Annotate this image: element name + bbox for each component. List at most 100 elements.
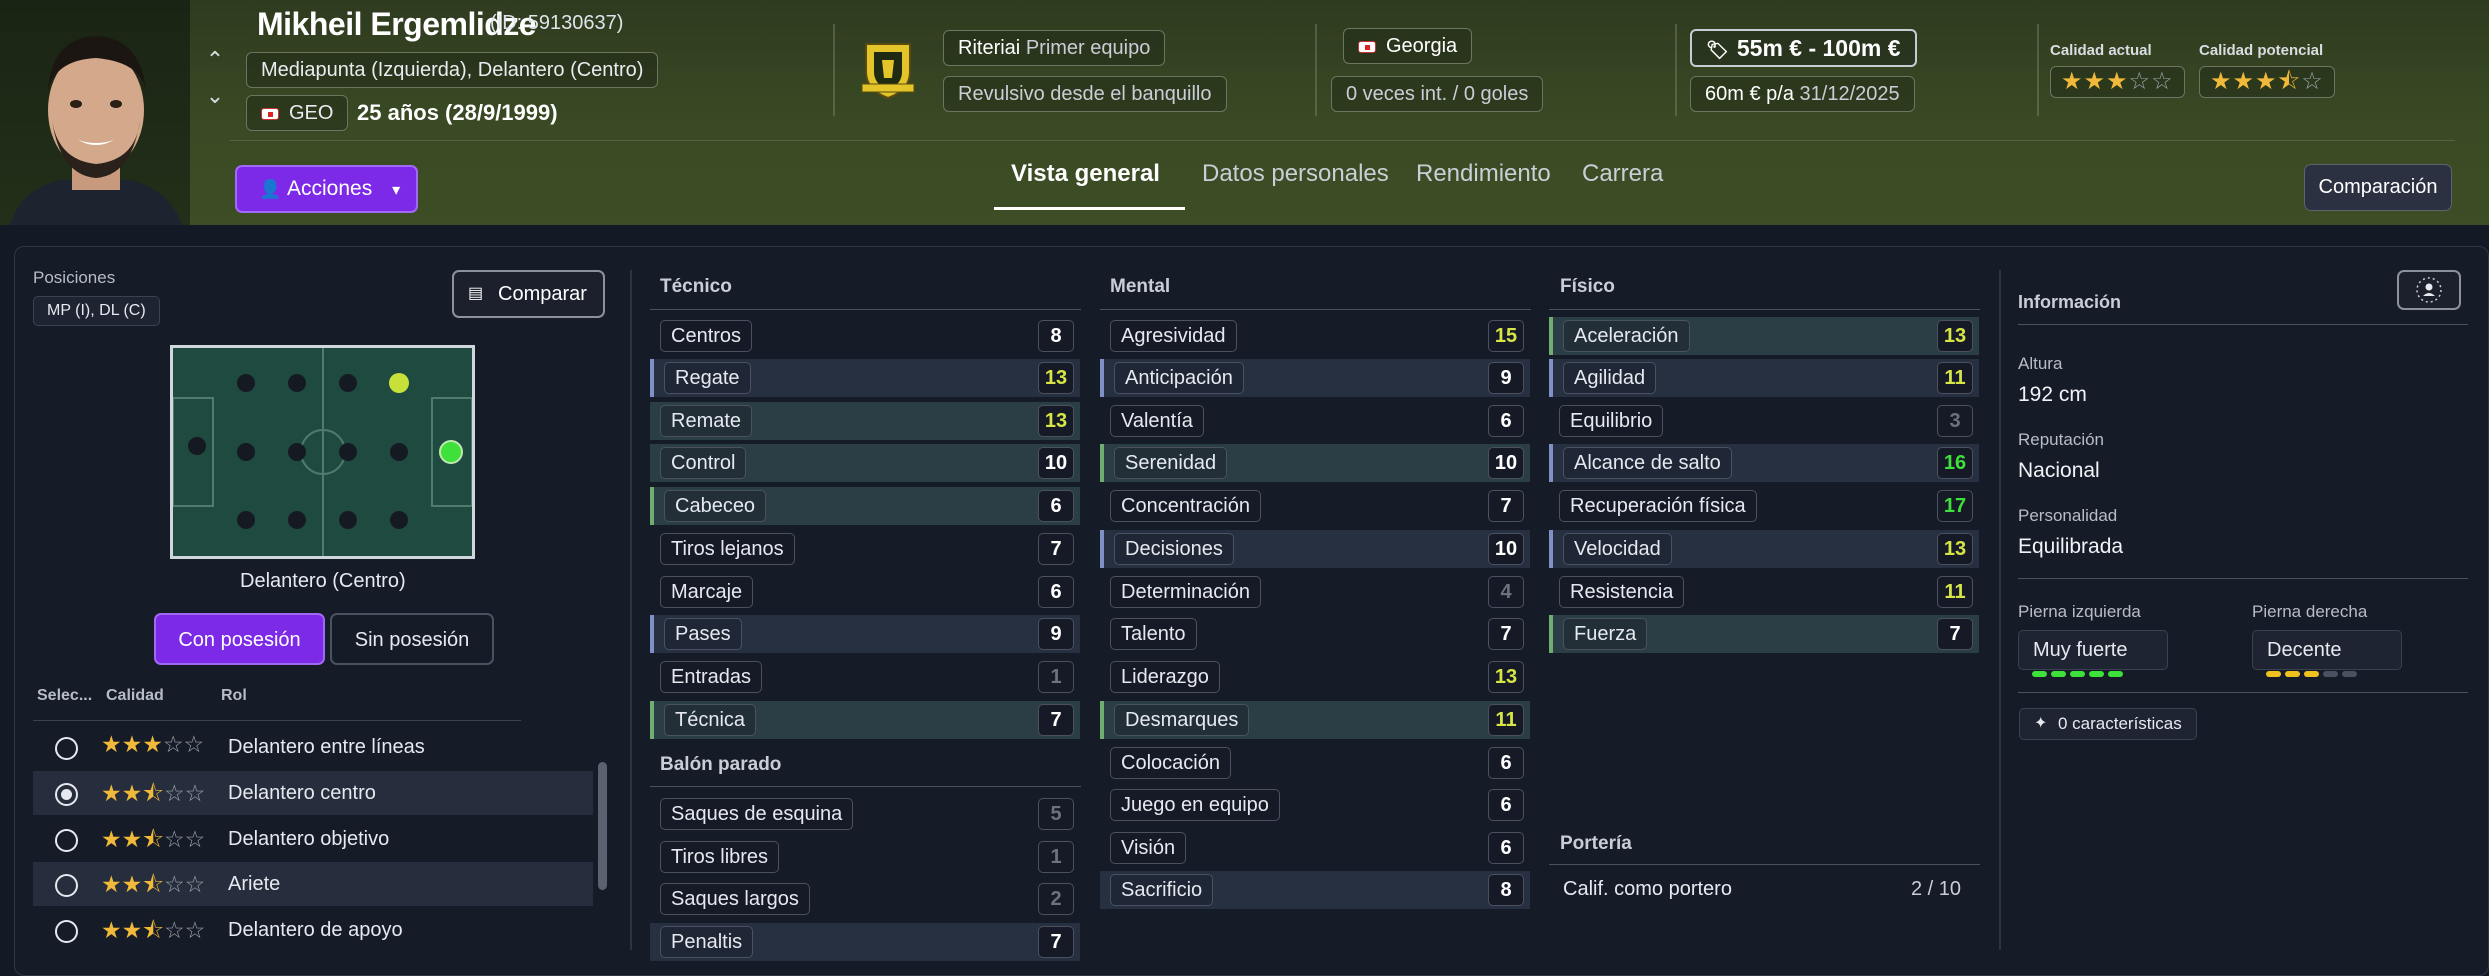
compare-button[interactable]: ▤ Comparar (452, 270, 605, 318)
role-radio[interactable] (55, 874, 78, 897)
contract-chip[interactable]: 60m € p/a 31/12/2025 (1690, 76, 1915, 112)
attribute-row[interactable]: Decisiones 10 (1100, 530, 1530, 568)
goalkeeper-rating-label: Calif. como portero (1563, 878, 1732, 900)
role-radio[interactable] (55, 783, 78, 806)
attribute-row[interactable]: Determinación 4 (1100, 573, 1530, 611)
attribute-name: Colocación (1110, 747, 1231, 779)
role-row[interactable]: ★★⯪☆☆ Delantero objetivo (33, 817, 593, 861)
attribute-row[interactable]: Control 10 (650, 444, 1080, 482)
attribute-row[interactable]: Serenidad 10 (1100, 444, 1530, 482)
attribute-row[interactable]: Regate 13 (650, 359, 1080, 397)
transfer-value-chip[interactable]: 🏷 55m € - 100m € (1690, 29, 1917, 67)
attribute-name: Saques de esquina (660, 798, 854, 830)
attribute-row[interactable]: Sacrificio 8 (1100, 871, 1530, 909)
attribute-row[interactable]: Anticipación 9 (1100, 359, 1530, 397)
attribute-row[interactable]: Agilidad 11 (1549, 359, 1979, 397)
attribute-row[interactable]: Resistencia 11 (1549, 573, 1979, 611)
col-role-header[interactable]: Rol (221, 687, 247, 705)
role-row[interactable]: ★★⯪☆☆ Ariete (33, 862, 593, 906)
position-pitch[interactable] (170, 345, 475, 559)
club-crest-icon[interactable] (858, 38, 918, 100)
tab-career[interactable]: Carrera (1582, 160, 1663, 188)
attribute-value: 7 (1038, 926, 1074, 958)
attribute-row[interactable]: Fuerza 7 (1549, 615, 1979, 653)
attribute-name: Control (660, 447, 747, 479)
positions-label: Posiciones (33, 268, 116, 287)
georgia-flag-icon (1358, 40, 1376, 53)
actions-button[interactable]: 👤 Acciones ▾ (235, 165, 418, 213)
col-select-header[interactable]: Selec... (37, 687, 92, 705)
attribute-row[interactable]: Remate 13 (650, 402, 1080, 440)
traits-chip[interactable]: ✦ 0 características (2019, 708, 2197, 740)
tab-personal-data[interactable]: Datos personales (1202, 160, 1389, 188)
attribute-row[interactable]: Tiros libres 1 (650, 838, 1080, 876)
left-foot-label: Pierna izquierda (2018, 602, 2141, 621)
attribute-row[interactable]: Entradas 1 (650, 658, 1080, 696)
attribute-value: 8 (1038, 320, 1074, 352)
attribute-value: 7 (1488, 618, 1524, 650)
attribute-value: 11 (1937, 362, 1973, 394)
country-name: Georgia (1386, 35, 1458, 57)
section-line (2018, 692, 2468, 693)
without-possession-toggle[interactable]: Sin posesión (330, 613, 494, 665)
compare-label: Comparar (498, 283, 587, 305)
attribute-row[interactable]: Agresividad 15 (1100, 317, 1530, 355)
attribute-row[interactable]: Centros 8 (650, 317, 1080, 355)
role-row[interactable]: ★★★☆☆ Delantero entre líneas (33, 725, 593, 769)
chevron-up-icon[interactable]: ⌃ (204, 42, 226, 78)
chevron-down-icon[interactable]: ⌄ (204, 78, 226, 114)
attribute-value: 10 (1038, 447, 1074, 479)
attribute-value: 8 (1488, 874, 1524, 906)
role-radio[interactable] (55, 920, 78, 943)
attribute-row[interactable]: Desmarques 11 (1100, 701, 1530, 739)
attribute-value: 6 (1488, 747, 1524, 779)
attribute-name: Juego en equipo (1110, 789, 1280, 821)
attribute-row[interactable]: Concentración 7 (1100, 487, 1530, 525)
attribute-row[interactable]: Pases 9 (650, 615, 1080, 653)
position-dot (237, 511, 255, 529)
attribute-row[interactable]: Alcance de salto 16 (1549, 444, 1979, 482)
role-radio[interactable] (55, 829, 78, 852)
attribute-row[interactable]: Talento 7 (1100, 615, 1530, 653)
potential-ability-stars: ★★★⯪☆ (2199, 66, 2335, 98)
attribute-row[interactable]: Juego en equipo 6 (1100, 786, 1530, 824)
attribute-row[interactable]: Técnica 7 (650, 701, 1080, 739)
attribute-row[interactable]: Saques de esquina 5 (650, 795, 1080, 833)
attribute-name: Visión (1110, 832, 1187, 864)
roles-scrollbar[interactable] (598, 762, 607, 890)
attribute-row[interactable]: Cabeceo 6 (650, 487, 1080, 525)
attribute-row[interactable]: Liderazgo 13 (1100, 658, 1530, 696)
attribute-row[interactable]: Saques largos 2 (650, 880, 1080, 918)
attribute-row[interactable]: Aceleración 13 (1549, 317, 1979, 355)
section-line (2018, 324, 2468, 325)
club-chip[interactable]: Riteriai Primer equipo (943, 30, 1166, 66)
attribute-row[interactable]: Valentía 6 (1100, 402, 1530, 440)
attribute-row[interactable]: Penaltis 7 (650, 923, 1080, 961)
role-name: Delantero centro (228, 782, 376, 804)
attribute-row[interactable]: Marcaje 6 (650, 573, 1080, 611)
with-possession-toggle[interactable]: Con posesión (154, 613, 325, 665)
role-radio[interactable] (55, 737, 78, 760)
attribute-row[interactable]: Velocidad 13 (1549, 530, 1979, 568)
country-chip[interactable]: Georgia (1343, 28, 1473, 64)
col-quality-header[interactable]: Calidad (106, 687, 164, 705)
attribute-name: Velocidad (1563, 533, 1672, 565)
player-id: (ID: 59130637) (490, 12, 624, 34)
tab-performance[interactable]: Rendimiento (1416, 160, 1551, 188)
attribute-value: 13 (1038, 405, 1074, 437)
attribute-row[interactable]: Equilibrio 3 (1549, 402, 1979, 440)
profile-view-button[interactable] (2397, 270, 2461, 310)
attribute-name: Pases (664, 618, 742, 650)
role-row[interactable]: ★★⯪☆☆ Delantero centro (33, 771, 593, 815)
attribute-row[interactable]: Colocación 6 (1100, 744, 1530, 782)
attribute-value: 6 (1038, 490, 1074, 522)
attribute-row[interactable]: Visión 6 (1100, 829, 1530, 867)
tag-icon: 🏷 (1706, 40, 1729, 60)
nationality-chip[interactable]: GEO (246, 95, 349, 131)
tab-overview[interactable]: Vista general (1011, 160, 1160, 188)
comparison-button[interactable]: Comparación (2304, 164, 2452, 211)
attribute-row[interactable]: Recuperación física 17 (1549, 487, 1979, 525)
attribute-row[interactable]: Tiros lejanos 7 (650, 530, 1080, 568)
height-label: Altura (2018, 354, 2063, 373)
role-row[interactable]: ★★⯪☆☆ Delantero de apoyo (33, 908, 593, 952)
